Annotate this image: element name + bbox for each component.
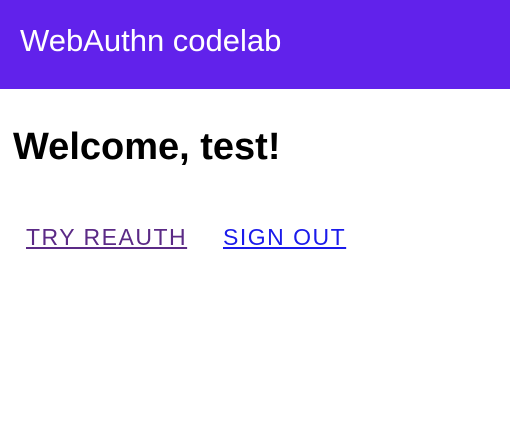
app-title: WebAuthn codelab — [20, 23, 282, 58]
sign-out-link[interactable]: SIGN OUT — [223, 222, 346, 252]
app-bar: WebAuthn codelab — [0, 0, 510, 89]
try-reauth-link[interactable]: TRY REAUTH — [26, 222, 187, 252]
welcome-heading: Welcome, test! — [13, 126, 281, 168]
